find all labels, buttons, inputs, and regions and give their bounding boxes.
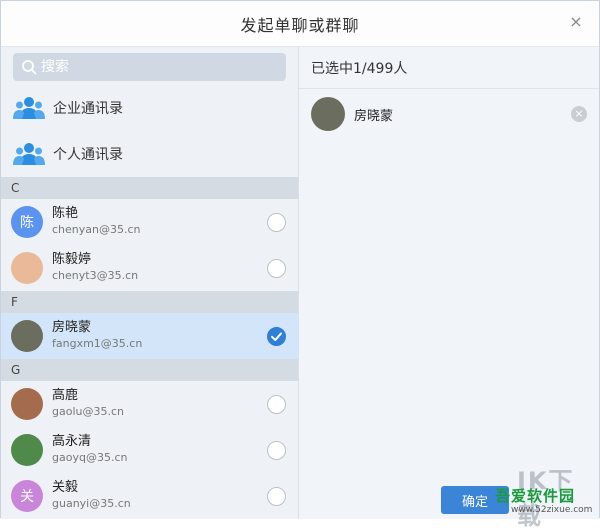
avatar (311, 97, 345, 131)
contact-name: 高鹿 (52, 388, 79, 403)
directory-item[interactable]: 个人通讯录 (1, 131, 298, 177)
select-radio[interactable] (267, 487, 286, 506)
contact-name: 高永清 (52, 434, 92, 449)
directory-item[interactable]: 企业通讯录 (1, 85, 298, 131)
directory-list: 企业通讯录个人通讯录 (1, 85, 298, 177)
contact-info: 房晓蒙 fangxm1@35.cn (52, 320, 142, 352)
contact-name: 陈毅婷 (52, 252, 92, 267)
contact-name: 关毅 (52, 480, 79, 495)
avatar: 陈 (11, 206, 43, 238)
contact-name: 陈艳 (52, 206, 79, 221)
contact-row[interactable]: 高鹿 gaolu@35.cn (1, 381, 298, 427)
contact-list-panel: 企业通讯录个人通讯录 C陈陈艳 chenyan@35.cn 陈毅婷 chenyt3@3… (1, 47, 299, 519)
group-people-icon (13, 97, 45, 119)
search-icon (22, 60, 37, 75)
contact-row[interactable]: 陈毅婷 chenyt3@35.cn (1, 245, 298, 291)
selected-contact-name: 房晓蒙 (354, 108, 394, 124)
group-people-icon (13, 143, 45, 165)
selected-count: 已选中1/499人 (299, 47, 599, 89)
confirm-button[interactable]: 确定 (441, 486, 509, 514)
group-header-g: G (1, 359, 298, 381)
group-header-c: C (1, 177, 298, 199)
contact-email: gaolu@35.cn (52, 405, 124, 418)
avatar (11, 252, 43, 284)
contact-email: chenyan@35.cn (52, 223, 141, 236)
avatar (11, 388, 43, 420)
select-radio[interactable] (267, 259, 286, 278)
checkmark-icon (271, 332, 282, 341)
search-input[interactable] (41, 59, 271, 75)
contact-row[interactable]: 关关毅 guanyi@35.cn (1, 473, 298, 519)
contact-row[interactable]: 高永清 gaoyq@35.cn (1, 427, 298, 473)
dialog-titlebar: 发起单聊或群聊 × (1, 1, 599, 47)
dialog-title: 发起单聊或群聊 (240, 15, 360, 35)
contact-email: gaoyq@35.cn (52, 451, 128, 464)
selected-panel: 已选中1/499人 房晓蒙 × (299, 47, 599, 519)
contact-name: 房晓蒙 (52, 320, 92, 335)
select-radio[interactable] (267, 213, 286, 232)
avatar (11, 320, 43, 352)
contact-info: 高永清 gaoyq@35.cn (52, 434, 127, 466)
contact-info: 陈艳 chenyan@35.cn (52, 206, 141, 238)
contact-groups: C 陈陈艳 chenyan@35.cn 陈毅婷 chenyt3@35.cn F 房晓蒙 fan… (1, 177, 298, 519)
directory-label: 个人通讯录 (53, 147, 123, 163)
contact-info: 陈毅婷 chenyt3@35.cn (52, 252, 138, 284)
search-box[interactable] (13, 53, 286, 81)
avatar: 关 (11, 480, 43, 512)
search-wrap (1, 47, 298, 85)
select-radio[interactable] (267, 441, 286, 460)
contact-row[interactable]: 陈陈艳 chenyan@35.cn (1, 199, 298, 245)
directory-label: 企业通讯录 (53, 101, 123, 117)
avatar (11, 434, 43, 466)
selected-list: 房晓蒙 × (299, 89, 599, 139)
contact-email: chenyt3@35.cn (52, 269, 139, 282)
select-radio[interactable] (267, 395, 286, 414)
close-icon[interactable]: × (567, 13, 585, 31)
group-header-f: F (1, 291, 298, 313)
contact-email: fangxm1@35.cn (52, 337, 143, 350)
remove-icon[interactable]: × (571, 106, 587, 122)
selected-contact: 房晓蒙 × (299, 89, 599, 139)
contact-info: 高鹿 gaolu@35.cn (52, 388, 124, 420)
start-chat-dialog: 发起单聊或群聊 × 企业通讯录个人通讯录 C陈陈艳 chenyan@35.cn 陈毅… (0, 0, 600, 530)
contact-row[interactable]: 房晓蒙 fangxm1@35.cn (1, 313, 298, 359)
contact-info: 关毅 guanyi@35.cn (52, 480, 131, 512)
checked-radio-icon[interactable] (267, 327, 286, 346)
contact-email: guanyi@35.cn (52, 497, 131, 510)
